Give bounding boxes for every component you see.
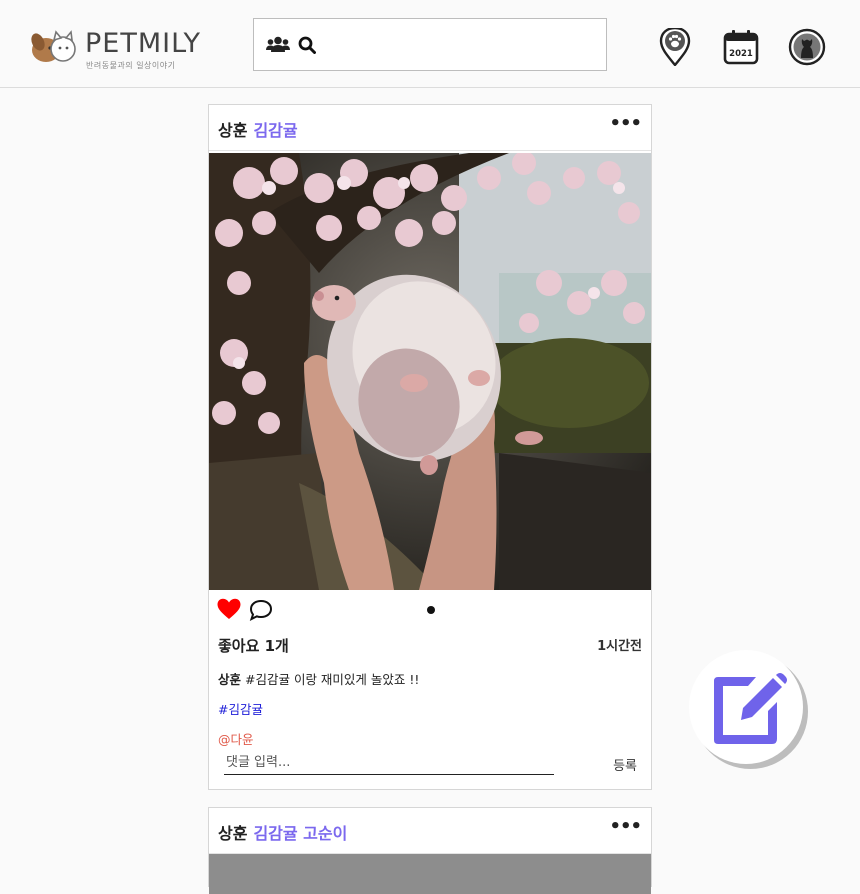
post-caption: 상훈 #김감귤 이랑 재미있게 놀았죠 !! xyxy=(218,669,419,688)
edit-icon xyxy=(714,673,787,744)
map-pin-paw-icon[interactable] xyxy=(656,28,694,66)
calendar-icon[interactable]: 2021 xyxy=(722,28,760,66)
write-post-button[interactable] xyxy=(689,650,803,764)
search-bar xyxy=(253,18,607,71)
post-author[interactable]: 상훈 김감귤 xyxy=(218,117,298,141)
caption-text: #김감귤 이랑 재미있게 놀았죠 !! xyxy=(245,672,420,687)
brand-name: PETMILY xyxy=(85,28,202,59)
comment-submit-button[interactable]: 등록 xyxy=(613,755,637,774)
post-pet-tags[interactable]: 김감귤 고순이 xyxy=(253,824,347,843)
heart-icon[interactable] xyxy=(217,598,241,620)
search-input[interactable] xyxy=(324,29,594,61)
post-photo xyxy=(209,854,651,894)
post-actions xyxy=(209,595,651,625)
post-author[interactable]: 상훈 김감귤 고순이 xyxy=(218,820,347,844)
mention-link[interactable]: @다윤 xyxy=(218,729,254,748)
like-count[interactable]: 좋아요 1개 xyxy=(218,635,289,656)
brand-tagline: 반려동물과의 일상이야기 xyxy=(86,61,176,70)
post-author-name[interactable]: 상훈 xyxy=(218,824,247,843)
more-icon[interactable]: ••• xyxy=(609,113,642,134)
post-card: 상훈 김감귤 ••• 좋아요 1개 1시간전 상훈 #김감귤 이랑 재미있게 놀… xyxy=(208,104,652,790)
carousel-indicator[interactable] xyxy=(427,606,435,614)
post-card: 상훈 김감귤 고순이 ••• xyxy=(208,807,652,894)
top-header: PETMILY 반려동물과의 일상이야기 2021 xyxy=(0,0,860,88)
post-pet-tags[interactable]: 김감귤 xyxy=(253,121,297,140)
post-header: 상훈 김감귤 ••• xyxy=(209,105,651,151)
calendar-year: 2021 xyxy=(729,49,753,59)
pets-logo-icon xyxy=(31,30,76,62)
post-header: 상훈 김감귤 고순이 ••• xyxy=(209,808,651,854)
hedgehog-photo xyxy=(209,153,651,590)
brand-logo[interactable]: PETMILY 반려동물과의 일상이야기 xyxy=(30,26,215,72)
more-icon[interactable]: ••• xyxy=(609,816,642,837)
post-author-name[interactable]: 상훈 xyxy=(218,121,247,140)
search-icon[interactable] xyxy=(298,36,316,54)
post-photo xyxy=(209,153,651,590)
caption-author[interactable]: 상훈 xyxy=(218,672,241,687)
hashtag-link[interactable]: #김감귤 xyxy=(218,699,263,718)
post-time: 1시간전 xyxy=(597,639,642,654)
comment-input[interactable] xyxy=(224,751,554,775)
profile-cat-icon[interactable] xyxy=(788,28,826,66)
users-icon[interactable] xyxy=(266,36,290,52)
comment-icon[interactable] xyxy=(249,599,273,621)
